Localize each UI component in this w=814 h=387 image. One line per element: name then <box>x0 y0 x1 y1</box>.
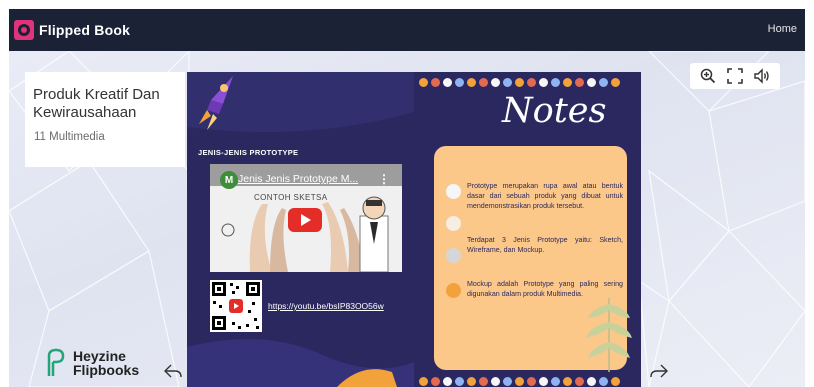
decor-dot <box>527 377 536 386</box>
left-page[interactable]: JENIS-JENIS PROTOTYPE M Jenis Jenis Prot… <box>187 72 414 387</box>
qr-code-icon <box>212 282 260 330</box>
decor-dot <box>479 78 488 87</box>
decor-dot <box>491 78 500 87</box>
viewer-toolbar <box>690 63 780 89</box>
decor-dot <box>419 78 428 87</box>
decor-dot <box>611 78 620 87</box>
decor-dot <box>539 377 548 386</box>
app-title: Flipped Book <box>39 22 131 38</box>
decor-dot <box>515 377 524 386</box>
decor-dot <box>491 377 500 386</box>
fullscreen-icon[interactable] <box>725 66 745 86</box>
channel-avatar[interactable]: M <box>220 171 238 189</box>
decor-dot <box>503 78 512 87</box>
section-label: JENIS-JENIS PROTOTYPE <box>198 148 299 157</box>
decor-dot <box>575 78 584 87</box>
note-text-1: Prototype merupakan rupa awal atau bentu… <box>467 182 623 210</box>
share-back-icon <box>164 364 182 378</box>
youtube-embed[interactable]: M Jenis Jenis Prototype M... ⋮ CONTOH SK… <box>210 164 402 272</box>
decor-dot <box>431 78 440 87</box>
decor-dot <box>539 78 548 87</box>
decor-dot <box>611 377 620 386</box>
app-logo-icon <box>13 19 35 41</box>
note-text-2: Terdapat 3 Jenis Prototype yaitu: Sketch… <box>467 236 623 254</box>
note-bullet <box>446 216 461 231</box>
book-subtitle: 11 Multimedia <box>34 131 105 143</box>
notes-card: Prototype merupakan rupa awal atau bentu… <box>434 146 632 372</box>
decor-dot <box>551 377 560 386</box>
decor-dot <box>431 377 440 386</box>
notes-heading: Notes <box>502 91 607 131</box>
right-page[interactable]: Notes Prototype merupakan rupa awal atau… <box>414 72 641 387</box>
heyzine-logo-icon <box>47 348 65 376</box>
qr-code <box>210 280 262 332</box>
heyzine-branding[interactable]: Heyzine Flipbooks <box>45 348 139 378</box>
flipbook-stage: Produk Kreatif Dan Kewirausahaan 11 Mult… <box>9 51 805 387</box>
youtube-link[interactable]: https://youtu.be/bsIP83OO56w <box>268 301 384 311</box>
decor-dot <box>551 78 560 87</box>
flipbook-spread[interactable]: JENIS-JENIS PROTOTYPE M Jenis Jenis Prot… <box>187 72 641 387</box>
top-bar: Flipped Book Home <box>9 9 805 51</box>
decor-dot <box>467 78 476 87</box>
decor-dot <box>587 78 596 87</box>
decor-dot <box>467 377 476 386</box>
sound-icon[interactable] <box>752 66 772 86</box>
decor-dot <box>599 78 608 87</box>
zoom-in-icon[interactable] <box>698 66 718 86</box>
decor-dot <box>455 377 464 386</box>
book-info-card: Produk Kreatif Dan Kewirausahaan 11 Mult… <box>25 72 185 167</box>
play-icon <box>301 214 311 226</box>
heyzine-flipbooks: Flipbooks <box>73 362 140 378</box>
decor-dot <box>443 78 452 87</box>
decor-dot <box>503 377 512 386</box>
note-bullet <box>446 283 461 298</box>
decor-dot <box>455 78 464 87</box>
decor-dot <box>443 377 452 386</box>
app-frame: Flipped Book Home Produk Kreatif Dan Kew… <box>0 0 814 387</box>
rocket-icon <box>199 76 233 130</box>
note-bullet <box>446 184 461 199</box>
home-link[interactable]: Home <box>768 23 797 35</box>
next-page-button[interactable] <box>649 361 669 381</box>
more-options-icon[interactable]: ⋮ <box>378 172 390 186</box>
heyzine-name: Heyzine <box>73 348 126 364</box>
play-button[interactable] <box>288 208 322 232</box>
video-subtitle: CONTOH SKETSA <box>254 193 328 202</box>
share-forward-icon <box>650 364 668 378</box>
top-dot-border <box>419 78 620 87</box>
decor-dot <box>479 377 488 386</box>
note-bullet <box>446 248 461 263</box>
decor-dot <box>575 377 584 386</box>
decor-dot <box>515 78 524 87</box>
leaf-icon <box>586 298 632 372</box>
book-title: Produk Kreatif Dan Kewirausahaan <box>33 86 160 121</box>
bottom-dot-border <box>419 377 620 386</box>
decor-dot <box>527 78 536 87</box>
decor-dot <box>419 377 428 386</box>
previous-page-button[interactable] <box>163 361 183 381</box>
decor-dot <box>563 78 572 87</box>
decor-dot <box>587 377 596 386</box>
decor-dot <box>563 377 572 386</box>
video-title[interactable]: Jenis Jenis Prototype M... <box>238 173 358 185</box>
decor-dot <box>599 377 608 386</box>
